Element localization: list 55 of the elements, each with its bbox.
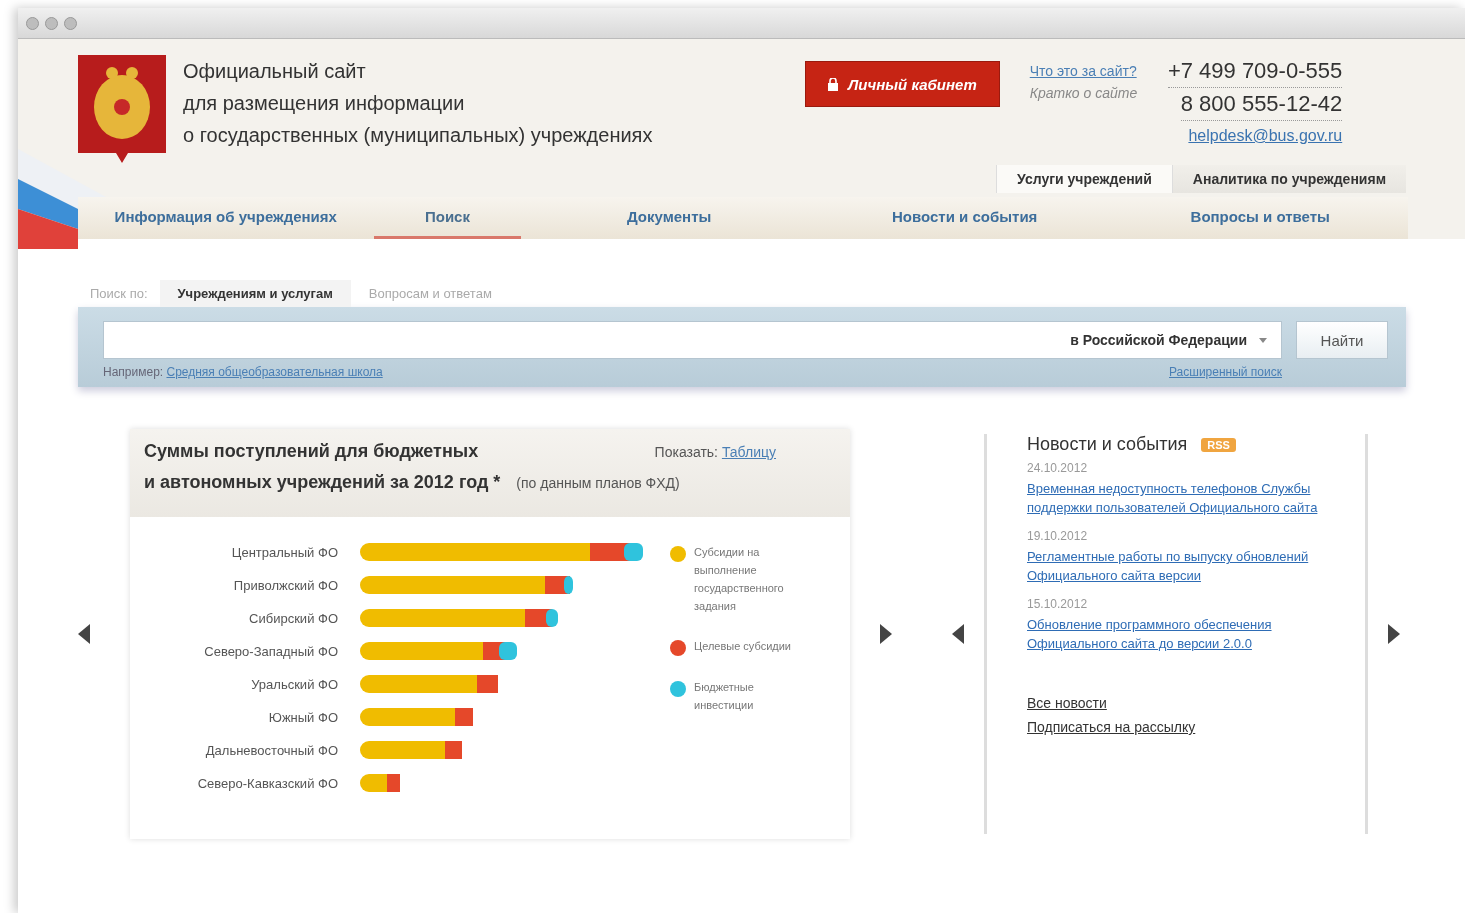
section-tab[interactable]: Услуги учреждений: [996, 165, 1172, 193]
about-site-link[interactable]: Что это за сайт?: [1029, 63, 1138, 79]
news-link[interactable]: Временная недоступность телефонов Службы поддержки пользователей Официального сайта: [1027, 479, 1347, 517]
stacked-bar: [360, 774, 400, 792]
legend-label: Бюджетные инвестиции: [694, 680, 755, 713]
lock-icon: [828, 77, 838, 91]
region-label: Дальневосточный ФО: [204, 742, 338, 758]
news-link[interactable]: Регламентные работы по выпуску обновлений Официального сайта версии: [1027, 547, 1347, 585]
nav-item[interactable]: Документы: [521, 197, 817, 239]
arrow-right-icon[interactable]: [880, 624, 892, 644]
nav-item[interactable]: Вопросы и ответы: [1112, 197, 1409, 239]
search-scope-tab[interactable]: Учреждениям и услугам: [159, 279, 351, 307]
region-label: Уральский ФО: [250, 676, 338, 692]
arrow-right-icon[interactable]: [1388, 624, 1400, 644]
personal-account-button[interactable]: Личный кабинет: [805, 61, 1000, 107]
section-tab[interactable]: Аналитика по учреждениям: [1171, 165, 1406, 193]
region-label: Центральный ФО: [230, 544, 338, 560]
legend-label: Субсидии на выполнение государственного задания: [694, 545, 785, 614]
news-link[interactable]: Обновление программного обеспечения Официального сайта до версии 2.0.0: [1027, 615, 1347, 653]
site-title-line: для размещения информации: [183, 91, 466, 116]
news-title: Новости и события: [1027, 434, 1188, 455]
legend-label: Целевые субсидии: [694, 639, 792, 654]
email-link[interactable]: helpdesk@bus.gov.ru: [1188, 127, 1343, 145]
arrow-left-icon[interactable]: [78, 624, 90, 644]
search-scope-label: Поиск по:: [90, 285, 148, 301]
search-field[interactable]: в Российской Федерации: [103, 321, 1282, 359]
arrow-left-icon[interactable]: [952, 624, 964, 644]
search-example: Например: Средняя общеобразовательная школа: [103, 365, 383, 379]
chart-source-note: (по данным планов ФХД): [516, 475, 680, 491]
coat-of-arms-icon: [78, 55, 166, 165]
nav-item[interactable]: Информация об учреждениях: [78, 197, 374, 239]
news-date: 15.10.2012: [1027, 597, 1089, 611]
region-label: Приволжский ФО: [232, 577, 338, 593]
chart-title: Суммы поступлений для бюджетных: [144, 441, 479, 462]
news-footer-link[interactable]: Подписаться на рассылку: [1027, 719, 1347, 735]
table-link[interactable]: Таблицу: [721, 444, 776, 460]
region-label: Северо-Кавказский ФО: [196, 775, 338, 791]
search-button[interactable]: Найти: [1296, 321, 1388, 359]
region-label: Южный ФО: [267, 709, 338, 725]
about-site-note: Кратко о сайте: [1029, 85, 1138, 101]
region-label: Сибирский ФО: [248, 610, 338, 626]
news-date: 24.10.2012: [1027, 461, 1089, 475]
phone-number: +7 499 709-0-555: [1167, 55, 1343, 88]
site-title-line: о государственных (муниципальных) учреждениях: [183, 123, 654, 148]
chart-title: и автономных учреждений за 2012 год *: [144, 472, 501, 493]
site-title-line: Официальный сайт: [183, 59, 367, 84]
region-label: Северо-Западный ФО: [203, 643, 338, 659]
caret-icon: [1259, 337, 1267, 343]
nav-item[interactable]: Поиск: [373, 197, 522, 239]
news-date: 19.10.2012: [1027, 529, 1089, 543]
show-label: Показать: Таблицу: [654, 444, 776, 460]
news-footer-link[interactable]: Все новости: [1027, 695, 1347, 711]
nav-item[interactable]: Новости и события: [816, 197, 1113, 239]
region-dropdown[interactable]: в Российской Федерации: [1056, 332, 1281, 348]
phone-number: 8 800 555-12-42: [1180, 88, 1343, 121]
